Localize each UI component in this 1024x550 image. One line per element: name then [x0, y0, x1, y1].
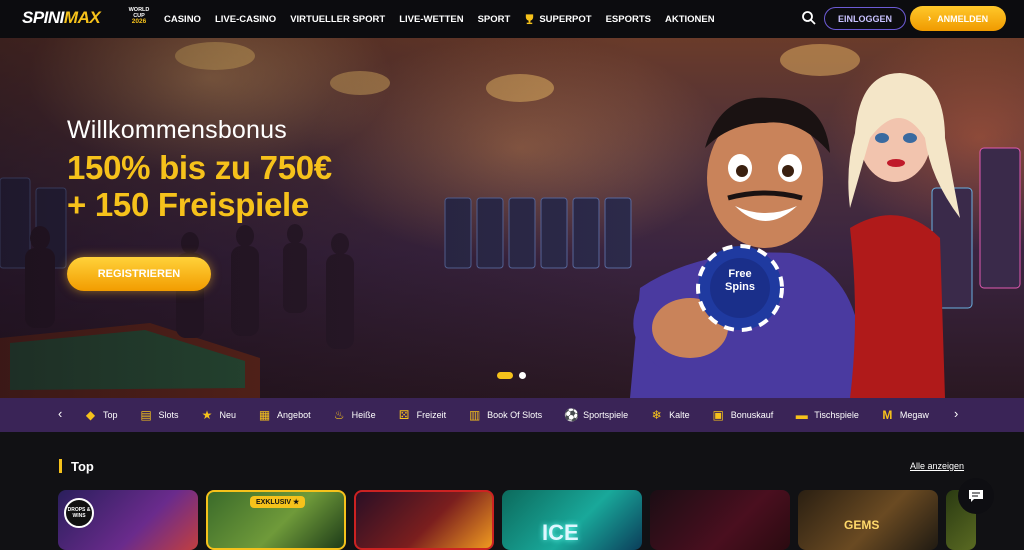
category-bar: ‹ ◆ Top ▤ Slots ★ Neu ▦ Angebot ♨ Heiße ⚄ Frei…: [0, 398, 1024, 432]
gift-icon: ▣: [712, 407, 724, 422]
game-tiles: DROPS & WINS EXKLUSIV ★ ICE GEMS: [58, 490, 984, 550]
main-nav: CASINO LIVE-CASINO VIRTUELLER SPORT LIVE…: [164, 0, 729, 38]
dice-icon: ⚄: [398, 407, 410, 422]
section-accent: [59, 459, 62, 473]
spinimax-logo[interactable]: SPINI MAX: [22, 7, 101, 29]
trophy-icon: [526, 14, 534, 25]
logo-text-main: SPINI: [22, 8, 64, 27]
carousel-dot-active[interactable]: [497, 372, 513, 379]
category-label: Slots: [158, 410, 179, 420]
star-icon: ★: [201, 407, 213, 422]
register-button[interactable]: REGISTRIEREN: [67, 257, 211, 291]
nav-live-betting[interactable]: LIVE-WETTEN: [399, 14, 463, 25]
game-tile[interactable]: EXKLUSIV ★: [206, 490, 346, 550]
game-tile[interactable]: [354, 490, 494, 550]
category-list: ◆ Top ▤ Slots ★ Neu ▦ Angebot ♨ Heiße ⚄ Freize…: [84, 398, 950, 432]
category-label: Sportspiele: [583, 410, 629, 420]
category-label: Angebot: [277, 410, 311, 420]
chat-icon: [969, 490, 983, 502]
category-label: Top: [103, 410, 118, 420]
wc-year: 2026: [131, 18, 147, 25]
category-label: Neu: [219, 410, 237, 420]
nav-casino[interactable]: CASINO: [164, 14, 201, 25]
exclusive-badge: EXKLUSIV ★: [250, 496, 306, 508]
category-label: Megaw: [899, 410, 929, 420]
game-tile[interactable]: ICE: [502, 490, 642, 550]
chevron-right-icon: ›: [927, 13, 932, 24]
category-label: Tischspiele: [814, 410, 859, 420]
category-book-of-slots[interactable]: ▥ Book Of Slots: [468, 407, 543, 422]
nav-live-casino[interactable]: LIVE-CASINO: [215, 14, 276, 25]
category-new[interactable]: ★ Neu: [201, 407, 237, 422]
category-label: Book Of Slots: [487, 410, 543, 420]
game-tile[interactable]: [650, 490, 790, 550]
section-title: Top: [71, 459, 94, 474]
table-icon: ▬: [795, 407, 808, 422]
flame-icon: ♨: [333, 407, 345, 422]
calendar-icon: ▦: [258, 407, 271, 422]
chevron-left-icon[interactable]: ‹: [58, 406, 62, 421]
category-table-games[interactable]: ▬ Tischspiele: [795, 407, 859, 422]
category-bonus-buy[interactable]: ▣ Bonuskauf: [712, 407, 774, 422]
category-cold[interactable]: ❄ Kalte: [650, 407, 690, 422]
category-label: Freizeit: [416, 410, 447, 420]
nav-promotions[interactable]: AKTIONEN: [665, 14, 715, 25]
login-button[interactable]: EINLOGGEN: [824, 7, 906, 30]
signup-label: ANMELDEN: [937, 13, 989, 24]
nav-sport[interactable]: SPORT: [478, 14, 511, 25]
category-slots[interactable]: ▤ Slots: [140, 407, 179, 422]
hero-freespins-line: + 150 Freispiele: [67, 186, 309, 223]
category-megaways[interactable]: M Megaw: [881, 407, 929, 422]
nav-esports[interactable]: ESPORTS: [606, 14, 651, 25]
category-leisure[interactable]: ⚄ Freizeit: [398, 407, 447, 422]
nav-superpot[interactable]: SUPERPOT: [524, 13, 592, 25]
category-offer[interactable]: ▦ Angebot: [258, 407, 311, 422]
drops-wins-badge: DROPS & WINS: [64, 498, 94, 528]
category-hot[interactable]: ♨ Heiße: [333, 407, 376, 422]
chip-label: Free Spins: [725, 268, 755, 293]
search-icon[interactable]: [801, 10, 817, 26]
world-cup-badge: WORLD CUP 2026: [128, 7, 150, 25]
book-icon: ▥: [468, 407, 481, 422]
show-all-link[interactable]: Alle anzeigen: [910, 461, 964, 471]
hero-bonus-line: 150% bis zu 750€: [67, 149, 332, 186]
category-top[interactable]: ◆ Top: [84, 407, 118, 422]
category-label: Heiße: [351, 410, 376, 420]
game-tile[interactable]: GEMS: [798, 490, 938, 550]
nav-superpot-label: SUPERPOT: [539, 13, 592, 25]
carousel-dots: [497, 372, 526, 379]
category-sports-games[interactable]: ⚽ Sportspiele: [564, 407, 629, 422]
category-label: Bonuskauf: [730, 410, 774, 420]
ball-icon: ⚽: [564, 407, 580, 422]
top-navbar: SPINI MAX WORLD CUP 2026 CASINO LIVE-CASI…: [0, 0, 1024, 38]
signup-button[interactable]: › ANMELDEN: [910, 6, 1006, 31]
diamond-icon: ◆: [85, 407, 96, 422]
game-tile-title: ICE: [542, 520, 579, 545]
game-tile[interactable]: DROPS & WINS: [58, 490, 198, 550]
chevron-right-icon[interactable]: ›: [954, 406, 958, 421]
carousel-dot[interactable]: [519, 372, 526, 379]
category-label: Kalte: [669, 410, 690, 420]
chat-button[interactable]: [958, 478, 994, 514]
game-tile-title: GEMS: [844, 518, 880, 532]
nav-virtual-sport[interactable]: VIRTUELLER SPORT: [290, 14, 385, 25]
hero-banner[interactable]: Free Spins Willkommensbonus 150% bis zu …: [0, 38, 1024, 398]
snowflake-icon: ❄: [651, 407, 662, 422]
megaways-icon: M: [882, 407, 893, 422]
logo-text-accent: MAX: [63, 8, 101, 27]
slot-machine-icon: ▤: [140, 407, 152, 422]
hero-title: Willkommensbonus: [67, 116, 287, 144]
